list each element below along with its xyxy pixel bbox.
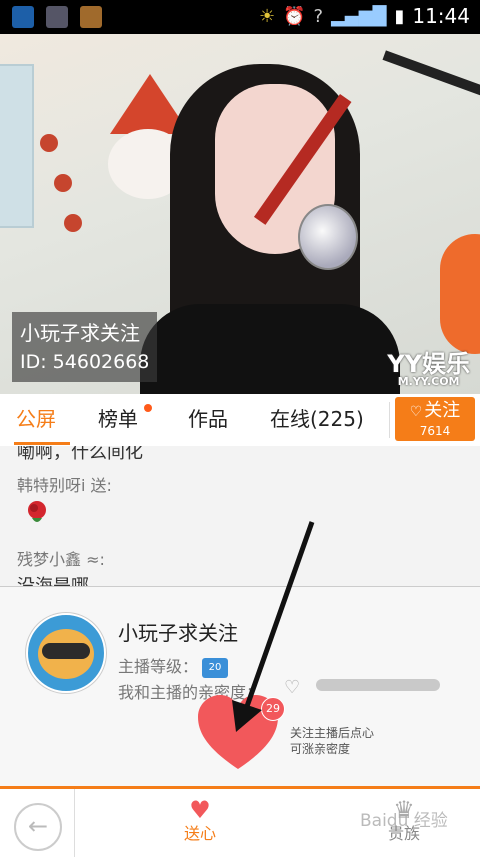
signal-icon: ▂▄▆█ [331, 5, 387, 27]
streamer-shirt [140, 304, 400, 394]
yy-logo-url: M.YY.COM [397, 375, 460, 388]
chat-message: 嘞啊，什么间化 [17, 446, 143, 463]
back-button[interactable]: ← [14, 803, 62, 851]
chat-username: 韩特别呀i 送: [17, 476, 112, 495]
weather-icon: ☀ [258, 5, 276, 27]
leaderboard-notification-dot [144, 404, 152, 412]
intimacy-heart-icon: ♡ [284, 677, 301, 698]
follow-label: 关注 [424, 400, 461, 421]
heart-tip-line2: 可涨亲密度 [290, 742, 351, 756]
alarm-icon: ⏰ [283, 5, 306, 27]
host-card-panel: 小玩子求关注 主播等级： 20 我和主播的亲密度： ♡ 29 关注主播后点心 可涨… [0, 586, 480, 787]
host-name: 小玩子求关注 [20, 321, 140, 345]
live-video[interactable]: 小玩子求关注 ID: 54602668 YY娱乐 M.YY.COM [0, 34, 480, 394]
no-sim-icon: ? [313, 5, 324, 27]
follower-count: 7614 [419, 424, 451, 438]
host-level-row: 主播等级： 20 [118, 653, 229, 678]
chat-message: 没海是哪 [17, 572, 89, 586]
intimacy-progress-bar [316, 679, 440, 691]
heart-tip: 关注主播后点心 可涨亲密度 [290, 725, 374, 757]
active-tab-underline [14, 442, 70, 445]
gallery-notification-icon [46, 6, 68, 28]
heart-count-badge: 29 [261, 697, 285, 721]
battery-icon: ▮ [394, 5, 405, 27]
bottom-divider [74, 789, 75, 857]
mic-arm [382, 50, 480, 108]
tab-divider [389, 402, 390, 438]
watermark: Baidu 经验 [360, 811, 448, 831]
fox-plush [440, 234, 480, 354]
yy-logo: YY娱乐 M.YY.COM [387, 352, 470, 388]
yy-logo-main: YY娱乐 [387, 350, 470, 378]
raccoon-mask [42, 643, 90, 659]
app-notification-icon [80, 6, 102, 28]
tab-bar: 公屏 榜单 作品 在线(225) ♡ 关注 7614 [0, 394, 480, 447]
host-avatar[interactable] [26, 613, 106, 693]
host-info-overlay: 小玩子求关注 ID: 54602668 [12, 312, 158, 382]
microphone [298, 204, 358, 270]
level-badge-icon: 20 [202, 657, 229, 678]
chat-list[interactable]: 嘞啊，什么间化 韩特别呀i 送: 残梦小鑫 ≈: 没海是哪 [0, 446, 480, 586]
status-bar: ☀ ⏰ ? ▂▄▆█ ▮ 11:44 [0, 0, 480, 34]
host-card-name: 小玩子求关注 [118, 621, 238, 645]
heart-tip-line1: 关注主播后点心 [290, 726, 375, 740]
host-id: ID: 54602668 [20, 351, 150, 373]
rose-gift-icon [28, 501, 46, 522]
heart-icon: ♥ [189, 796, 211, 824]
qq-notification-icon [12, 6, 34, 28]
send-heart-tab[interactable]: ♥ 送心 [160, 797, 240, 845]
follow-heart-icon: ♡ [409, 404, 423, 420]
tab-works[interactable]: 作品 [188, 394, 228, 446]
background-frame [0, 64, 34, 228]
tab-online[interactable]: 在线(225) [270, 394, 364, 446]
tab-leaderboard[interactable]: 榜单 [98, 394, 138, 446]
chat-username: 残梦小鑫 ≈: [17, 550, 105, 569]
follow-button[interactable]: ♡ 关注 7614 [395, 397, 475, 441]
status-time: 11:44 [412, 4, 470, 28]
host-level-label: 主播等级： [118, 657, 199, 676]
tab-public-screen[interactable]: 公屏 [16, 394, 56, 446]
send-heart-label: 送心 [183, 824, 216, 843]
